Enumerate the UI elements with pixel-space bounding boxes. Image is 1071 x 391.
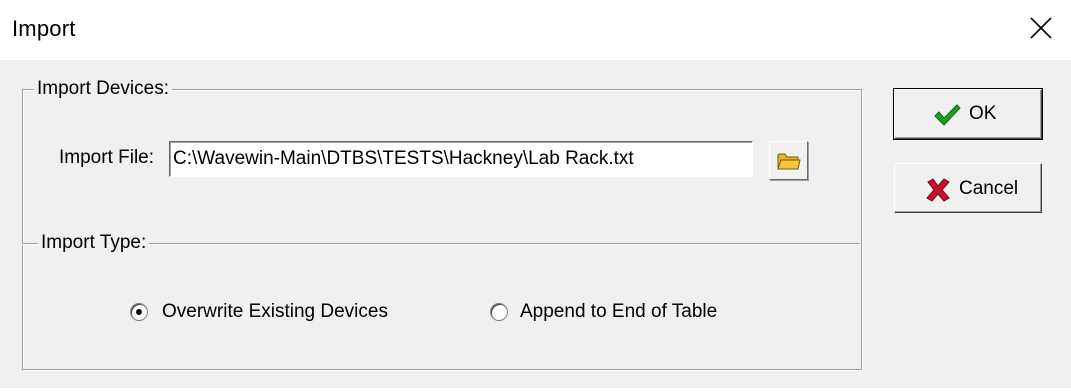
folder-icon xyxy=(777,153,801,170)
import-group-panel xyxy=(22,89,862,370)
x-icon xyxy=(926,178,950,202)
overwrite-option-label[interactable]: Overwrite Existing Devices xyxy=(162,301,388,323)
browse-button[interactable] xyxy=(769,141,808,180)
import-file-label: Import File: xyxy=(59,147,155,168)
close-button[interactable] xyxy=(1013,0,1071,60)
title-bar: Import xyxy=(0,0,1071,60)
import-devices-legend: Import Devices: xyxy=(34,78,172,100)
close-icon xyxy=(1030,17,1052,39)
cancel-label: Cancel xyxy=(959,178,1019,199)
import-type-legend: Import Type: xyxy=(38,232,150,254)
ok-label: OK xyxy=(969,103,997,124)
cancel-button[interactable]: Cancel xyxy=(894,163,1042,213)
overwrite-radio[interactable] xyxy=(130,303,148,321)
append-option-label[interactable]: Append to End of Table xyxy=(520,301,717,323)
radio-selected-dot xyxy=(136,309,142,315)
ok-button[interactable]: OK xyxy=(894,89,1042,139)
window-title: Import xyxy=(12,16,76,41)
append-radio[interactable] xyxy=(490,303,508,321)
checkmark-icon xyxy=(934,104,961,126)
import-file-input[interactable] xyxy=(169,141,753,177)
